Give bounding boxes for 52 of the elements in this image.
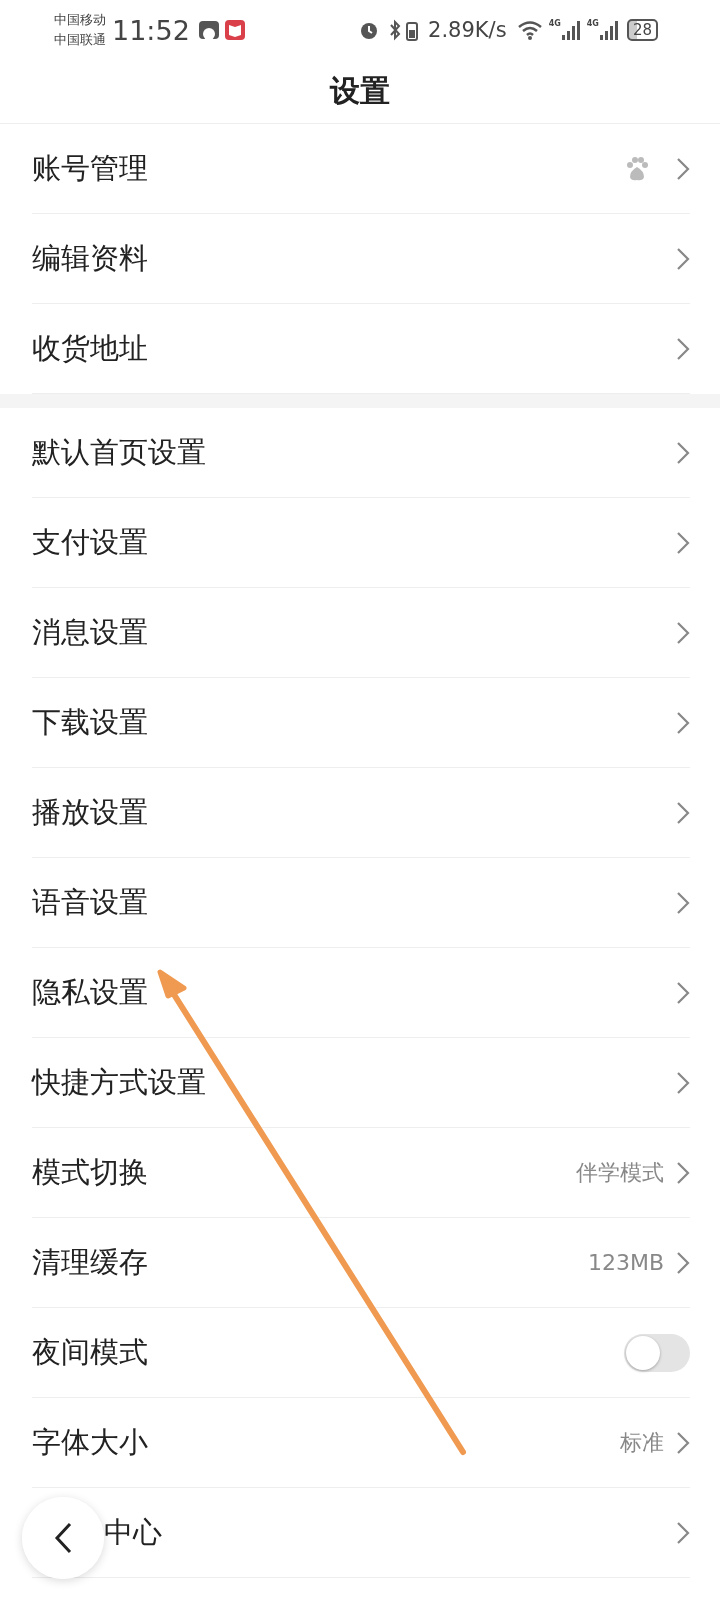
network-speed: 2.89K/s [428,18,507,42]
chevron-icon [676,530,690,555]
chevron-icon [676,710,690,735]
chevron-icon [676,1430,690,1455]
setting-value: 123MB [587,1250,664,1275]
chevron-icon [676,800,690,825]
setting-label[interactable]: 下载设置 [32,702,148,743]
chevron-icon [676,156,690,181]
setting-value: 标准 [620,1428,664,1457]
chevron-icon [676,1520,690,1545]
setting-label[interactable]: 快捷方式设置 [32,1062,206,1103]
chevron-icon [676,440,690,465]
chevron-icon [676,336,690,361]
setting-label[interactable]: 账号管理 [32,148,148,189]
paw-icon [624,155,650,182]
setting-value: 伴学模式 [576,1158,664,1187]
toggle-switch[interactable] [624,1333,690,1372]
setting-label[interactable]: 消息设置 [32,612,148,653]
setting-label[interactable]: 编辑资料 [32,238,148,279]
battery-small-icon [406,19,419,41]
network-type: 4G [586,19,599,28]
chevron-icon [676,890,690,915]
bluetooth-icon [388,19,403,41]
setting-label[interactable]: 支付设置 [32,522,148,563]
setting-label[interactable]: 模式切换 [32,1152,148,1193]
setting-label[interactable]: 字体大小 [32,1422,148,1463]
signal-icon [560,19,581,41]
chevron-icon [676,1250,690,1275]
signal-icon [598,19,619,41]
chevron-icon [676,980,690,1005]
back-icon [54,1522,72,1554]
chevron-icon [676,1160,690,1185]
carrier-name: 中国联通 [54,31,106,49]
setting-label[interactable]: 夜间模式 [32,1332,148,1373]
chevron-icon [676,1070,690,1095]
setting-label[interactable]: 语音设置 [32,882,148,923]
chevron-icon [676,246,690,271]
network-type: 4G [548,19,561,28]
book-icon [223,19,246,41]
setting-label[interactable]: 播放设置 [32,792,148,833]
setting-label[interactable]: 清理缓存 [32,1242,148,1283]
setting-label[interactable]: 中心 [104,1512,162,1553]
setting-label[interactable]: 隐私设置 [32,972,148,1013]
setting-label[interactable]: 收货地址 [32,328,148,369]
carrier-name: 中国移动 [54,11,106,29]
battery-level: 28 [626,19,658,41]
wifi-icon [516,19,543,41]
status-time: 11:52 [112,14,190,46]
setting-label[interactable]: 默认首页设置 [32,432,206,473]
back-button[interactable] [22,1497,104,1579]
page-title: 设置 [330,72,390,110]
chevron-icon [676,620,690,645]
